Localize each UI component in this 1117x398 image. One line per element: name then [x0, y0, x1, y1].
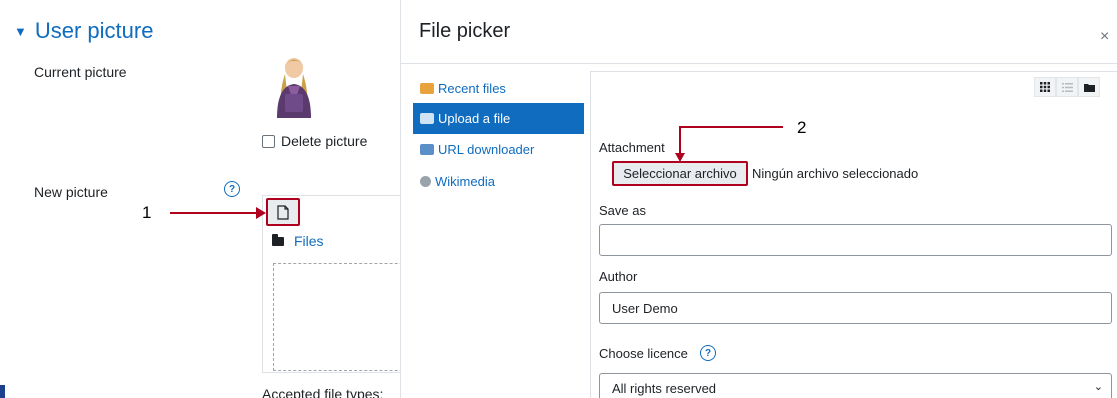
save-as-input[interactable] [599, 224, 1112, 256]
url-downloader-icon [420, 144, 434, 155]
chevron-down-icon: ⌄ [1093, 381, 1103, 393]
section-title: User picture [34, 18, 154, 43]
attachment-label: Attachment [599, 140, 665, 155]
licence-select[interactable]: All rights reserved ⌄ [599, 373, 1112, 398]
annotation-arrow-1 [170, 212, 258, 214]
dialog-title: File picker [419, 20, 511, 42]
user-picture-section-toggle[interactable]: ▼ User picture [14, 18, 153, 44]
annotation-arrow-2-horizontal [680, 126, 783, 128]
arrow-head-right-icon [256, 207, 266, 219]
author-label: Author [599, 269, 638, 284]
add-file-button[interactable] [266, 198, 300, 226]
save-as-label: Save as [599, 203, 646, 218]
choose-file-button[interactable]: Seleccionar archivo [612, 161, 748, 186]
icons-view-icon[interactable] [1034, 77, 1056, 97]
repo-item-label: Wikimedia [435, 174, 495, 189]
files-folder-link[interactable]: Files [272, 233, 324, 249]
caret-down-icon: ▼ [14, 23, 27, 39]
list-view-icon[interactable] [1056, 77, 1078, 97]
choose-licence-label: Choose licence [599, 346, 688, 361]
repo-item-label: Upload a file [438, 111, 511, 126]
tree-view-icon[interactable] [1078, 77, 1100, 97]
delete-picture-label: Delete picture [281, 133, 368, 149]
current-picture-label: Current picture [34, 64, 127, 80]
annotation-arrow-2-vertical [679, 126, 681, 156]
wikimedia-icon [420, 176, 431, 187]
annotation-marker-1: 1 [142, 203, 152, 222]
recent-files-icon [420, 83, 434, 94]
file-icon [277, 204, 289, 220]
licence-help-icon[interactable]: ? [700, 345, 716, 361]
view-mode-toolbar [1034, 77, 1100, 97]
repo-item-label: Recent files [438, 81, 506, 96]
files-link-label: Files [294, 233, 324, 249]
upload-icon [420, 113, 434, 124]
help-icon[interactable]: ? [224, 181, 240, 197]
page-edge-accent [0, 385, 5, 398]
dialog-divider [400, 63, 1117, 64]
delete-picture-checkbox[interactable] [262, 134, 275, 148]
new-picture-label: New picture [34, 184, 108, 200]
repo-wikimedia[interactable]: Wikimedia [413, 166, 584, 197]
licence-select-value: All rights reserved [612, 381, 717, 396]
repo-item-label: URL downloader [438, 142, 535, 157]
close-icon[interactable]: × [1100, 28, 1109, 46]
folder-icon [272, 233, 284, 246]
delete-picture-row[interactable]: Delete picture [262, 133, 367, 149]
author-input[interactable]: User Demo [599, 292, 1112, 324]
accepted-file-types-label: Accepted file types: [262, 386, 384, 398]
repo-recent-files[interactable]: Recent files [413, 73, 584, 104]
no-file-selected-text: Ningún archivo seleccionado [752, 166, 919, 181]
user-avatar [277, 58, 311, 118]
annotation-marker-2: 2 [797, 118, 807, 137]
repo-upload-a-file[interactable]: Upload a file [413, 103, 584, 134]
repo-url-downloader[interactable]: URL downloader [413, 134, 584, 165]
